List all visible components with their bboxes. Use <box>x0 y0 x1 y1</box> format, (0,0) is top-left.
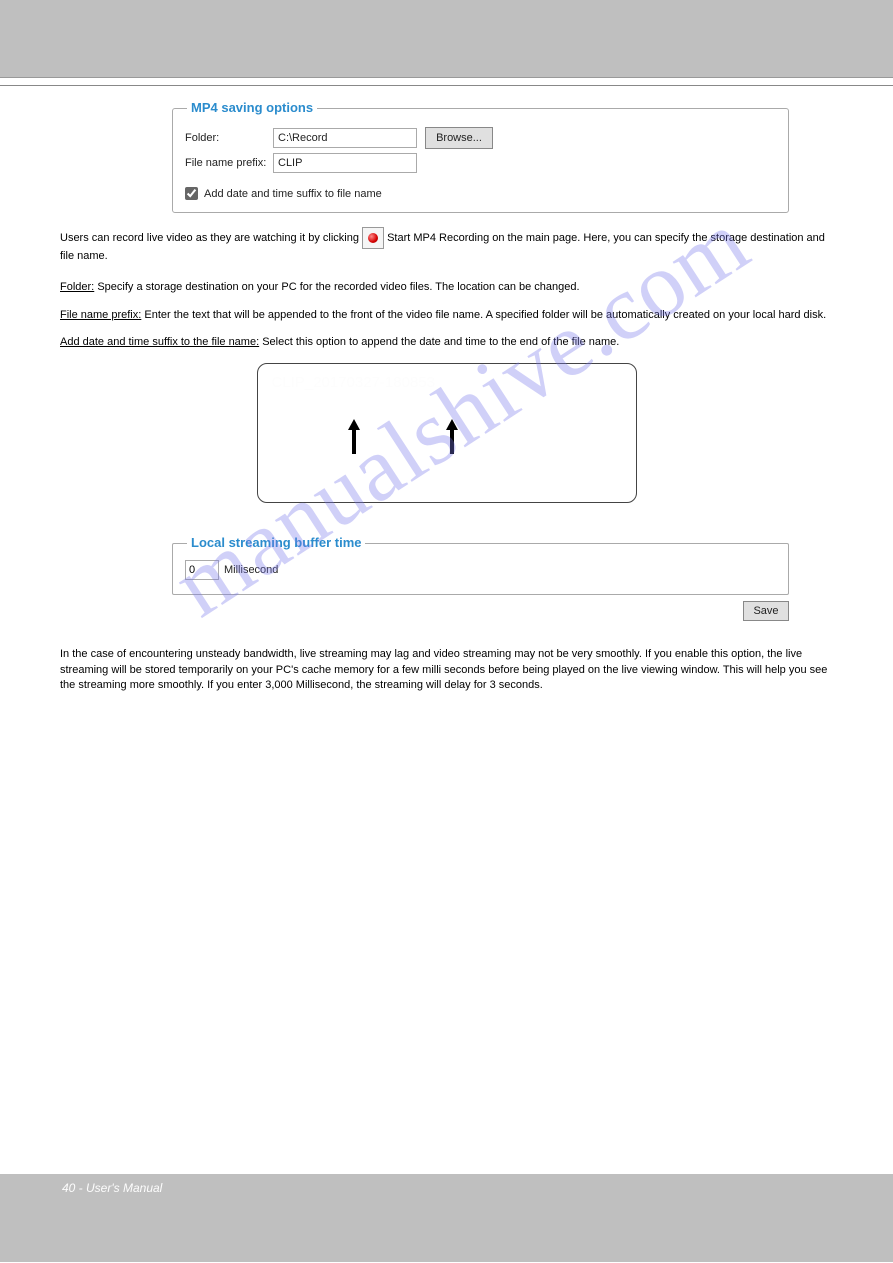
prefix-row: File name prefix: <box>185 153 776 173</box>
prefix-text: Enter the text that will be appended to … <box>144 309 826 321</box>
buffer-panel: Local streaming buffer time Millisecond <box>172 543 789 595</box>
prefix-input[interactable] <box>273 153 417 173</box>
buffer-row: Millisecond <box>185 560 776 580</box>
mp4-desc-pre: Users can record live video as they are … <box>60 232 362 244</box>
suffix-desc: Add date and time suffix to the file nam… <box>60 335 833 350</box>
example-box: CLIP_20170327-180853 <box>257 363 637 503</box>
footer-left: 40 - User's Manual <box>62 1181 162 1195</box>
mp4-description: Users can record live video as they are … <box>60 227 833 264</box>
arrow-icon-left <box>344 416 364 458</box>
prefix-label: File name prefix: <box>185 157 273 169</box>
browse-button[interactable]: Browse... <box>425 127 493 149</box>
folder-row: Folder: Browse... <box>185 127 776 149</box>
suffix-text: Select this option to append the date an… <box>262 336 619 348</box>
suffix-checkbox-label: Add date and time suffix to file name <box>204 188 382 200</box>
example-filename: CLIP_20170327-180853 <box>272 374 435 391</box>
suffix-row: Add date and time suffix to file name <box>185 187 776 200</box>
record-icon <box>362 227 384 249</box>
prefix-underline: File name prefix: <box>60 309 141 321</box>
header-band <box>0 0 893 78</box>
folder-input[interactable] <box>273 128 417 148</box>
mp4-legend: MP4 saving options <box>187 100 317 115</box>
folder-desc: Folder: Specify a storage destination on… <box>60 280 833 295</box>
save-row: Save <box>172 601 789 621</box>
buffer-legend: Local streaming buffer time <box>187 535 365 550</box>
folder-underline: Folder: <box>60 281 94 293</box>
folder-label: Folder: <box>185 132 273 144</box>
suffix-underline: Add date and time suffix to the file nam… <box>60 336 259 348</box>
arrow-icon-right <box>442 416 462 458</box>
buffer-input[interactable] <box>185 560 219 580</box>
page-body: MP4 saving options Folder: Browse... Fil… <box>0 86 893 734</box>
prefix-desc: File name prefix: Enter the text that wi… <box>60 308 833 323</box>
buffer-description: In the case of encountering unsteady ban… <box>60 647 833 695</box>
suffix-checkbox[interactable] <box>185 187 198 200</box>
buffer-unit: Millisecond <box>224 564 278 576</box>
mp4-options-panel: MP4 saving options Folder: Browse... Fil… <box>172 108 789 213</box>
save-button[interactable]: Save <box>743 601 789 621</box>
folder-text: Specify a storage destination on your PC… <box>97 281 579 293</box>
